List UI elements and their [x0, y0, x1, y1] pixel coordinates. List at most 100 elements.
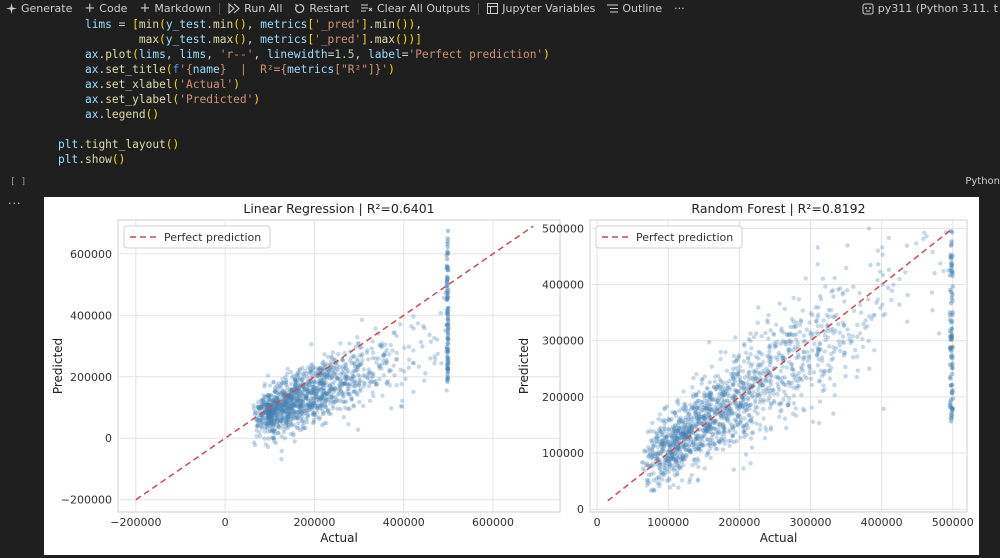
output-actions-button[interactable]: ···	[8, 197, 22, 210]
scatter-point	[823, 337, 828, 343]
scatter-point	[687, 477, 693, 482]
scatter-point	[829, 357, 834, 363]
output-scroll-gutter[interactable]	[979, 197, 1000, 555]
scatter-point	[712, 379, 717, 384]
scatter-point	[949, 256, 954, 261]
scatter-point	[814, 352, 820, 357]
code-block[interactable]: lims = [min(y_test.min(), metrics['_pred…	[58, 17, 550, 167]
scatter-point	[774, 322, 779, 327]
scatter-point	[755, 320, 760, 325]
scatter-point	[750, 430, 756, 435]
y-tick-label: 600000	[70, 248, 112, 261]
scatter-point	[865, 324, 870, 329]
scatter-point	[655, 480, 660, 486]
scatter-point	[292, 439, 297, 444]
scatter-point	[650, 487, 655, 492]
scatter-point	[737, 364, 742, 369]
scatter-point	[697, 447, 702, 452]
scatter-point	[736, 382, 741, 388]
scatter-point	[338, 372, 343, 377]
scatter-point	[381, 373, 386, 378]
scatter-point	[743, 452, 749, 457]
scatter-point	[827, 376, 833, 381]
more-actions-button[interactable]: ···	[668, 0, 691, 17]
scatter-point	[445, 356, 450, 361]
scatter-point	[948, 353, 954, 358]
scatter-point	[746, 355, 751, 360]
add-markdown-button[interactable]: + Markdown	[133, 0, 217, 17]
scatter-point	[857, 331, 863, 336]
scatter-point	[724, 368, 730, 373]
scatter-point	[794, 320, 799, 325]
scatter-point	[766, 312, 771, 318]
scatter-point	[727, 378, 732, 384]
clear-all-label: Clear All Outputs	[376, 2, 471, 15]
kernel-picker[interactable]: py311 (Python 3.11. t	[862, 0, 1000, 17]
scatter-point	[420, 344, 425, 349]
scatter-point	[764, 386, 769, 392]
restart-button[interactable]: Restart	[288, 0, 355, 17]
clear-all-outputs-button[interactable]: Clear All Outputs	[355, 0, 476, 17]
scatter-point	[789, 372, 795, 377]
scatter-point	[652, 452, 657, 457]
scatter-point	[708, 426, 713, 432]
generate-button[interactable]: Generate	[0, 0, 78, 17]
scatter-point	[387, 352, 392, 357]
scatter-point	[251, 440, 257, 445]
scatter-point	[797, 329, 803, 335]
outline-button[interactable]: Outline	[601, 0, 668, 17]
scatter-point	[713, 418, 718, 423]
scatter-point	[293, 412, 298, 417]
scatter-point	[845, 288, 850, 293]
scatter-point	[743, 427, 748, 432]
scatter-point	[311, 412, 316, 418]
scatter-point	[669, 427, 675, 432]
scatter-point	[948, 376, 953, 381]
add-code-button[interactable]: + Code	[78, 0, 133, 17]
scatter-point	[794, 355, 799, 361]
jupyter-variables-button[interactable]: Jupyter Variables	[481, 0, 601, 17]
scatter-point	[771, 398, 777, 404]
scatter-point	[305, 396, 310, 402]
scatter-point	[875, 278, 880, 283]
scatter-point	[320, 423, 325, 428]
scatter-point	[875, 248, 881, 253]
scatter-point	[704, 453, 709, 458]
scatter-point	[696, 464, 701, 470]
scatter-point	[298, 378, 303, 383]
scatter-point	[415, 321, 421, 326]
run-all-button[interactable]: Run All	[222, 0, 288, 17]
scatter-point	[809, 405, 815, 410]
scatter-point	[936, 331, 942, 336]
scatter-point	[276, 395, 281, 400]
scatter-point	[768, 328, 773, 333]
cell-language-label[interactable]: Python	[965, 176, 1000, 187]
scatter-point	[810, 419, 816, 424]
scatter-point	[291, 431, 296, 436]
variables-icon	[487, 3, 499, 14]
scatter-point	[757, 427, 763, 432]
scatter-point	[731, 353, 736, 359]
scatter-point	[843, 265, 849, 271]
scatter-point	[769, 373, 774, 378]
scatter-point	[715, 373, 721, 378]
scatter-point	[702, 395, 708, 401]
scatter-point	[386, 369, 392, 374]
scatter-point	[361, 403, 366, 409]
scatter-point	[272, 390, 277, 395]
x-tick-label: 500000	[932, 516, 974, 529]
execution-count: [ ]	[10, 177, 27, 187]
scatter-point	[295, 416, 300, 421]
code-cell-editor[interactable]: lims = [min(y_test.min(), metrics['_pred…	[34, 17, 1000, 189]
scatter-point	[674, 459, 680, 464]
scatter-point	[658, 462, 663, 467]
scatter-point	[676, 419, 681, 425]
scatter-point	[789, 316, 795, 322]
scatter-point	[699, 381, 704, 386]
scatter-point	[702, 390, 707, 396]
scatter-point	[776, 402, 782, 407]
scatter-point	[410, 360, 416, 366]
scatter-point	[343, 405, 348, 410]
code-line: ax.plot(lims, lims, 'r--', linewidth=1.5…	[84, 48, 550, 61]
scatter-point	[818, 368, 823, 374]
